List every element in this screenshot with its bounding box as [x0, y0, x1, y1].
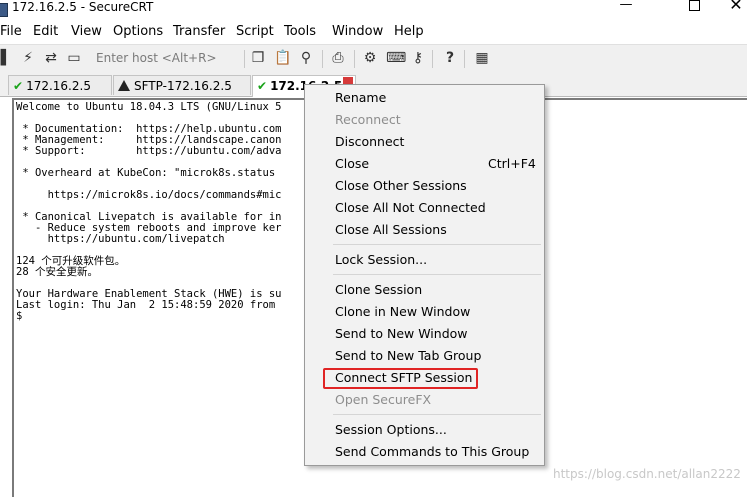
title-bar: 172.16.2.5 - SecureCRT — ✕: [0, 0, 747, 20]
lightning-icon[interactable]: ⚡: [20, 50, 36, 66]
menu-item-send-commands-to-group[interactable]: Send Commands to This Group: [335, 444, 529, 460]
menu-item-send-to-new-window[interactable]: Send to New Window: [335, 326, 468, 342]
terminal-line: Last login: Thu Jan 2 15:48:59 2020 from: [16, 299, 276, 311]
toolbar-separator: [464, 50, 465, 68]
toolbar: ▌ ⚡ ⇄ ▭ Enter host <Alt+R> ❐ 📋 ⚲ ⎙ ⚙ ⌨ ⚷…: [0, 44, 747, 73]
terminal-line: https://microk8s.io/docs/commands#mic: [16, 189, 282, 201]
menu-item-clone-in-new-window[interactable]: Clone in New Window: [335, 304, 470, 320]
terminal-line: Welcome to Ubuntu 18.04.3 LTS (GNU/Linux…: [16, 101, 282, 113]
reconnect-icon[interactable]: ⇄: [43, 50, 59, 66]
menu-script[interactable]: Script: [236, 24, 274, 39]
menu-transfer[interactable]: Transfer: [173, 24, 225, 39]
menu-file[interactable]: File: [0, 24, 22, 39]
connected-check-icon: ✔: [257, 79, 268, 93]
menu-item-close-all-not-connected[interactable]: Close All Not Connected: [335, 200, 486, 216]
sftp-icon[interactable]: ▦: [474, 50, 490, 66]
enter-host-input[interactable]: Enter host <Alt+R>: [90, 49, 244, 67]
menu-item-lock-session[interactable]: Lock Session...: [335, 252, 427, 268]
copy-icon[interactable]: ❐: [250, 50, 266, 66]
terminal-line: 28 个安全更新。: [16, 266, 98, 278]
window-title: 172.16.2.5 - SecureCRT: [12, 0, 154, 14]
menu-item-clone-session[interactable]: Clone Session: [335, 282, 422, 298]
terminal-line: https://ubuntu.com/livepatch: [16, 233, 225, 245]
maximize-icon: [688, 0, 700, 11]
toolbar-separator: [244, 50, 245, 68]
highlight-annotation-box: [323, 368, 478, 389]
terminal-line: * Support: https://ubuntu.com/adva: [16, 145, 282, 157]
toolbar-separator: [322, 50, 323, 68]
menu-item-close-all-sessions[interactable]: Close All Sessions: [335, 222, 447, 238]
menu-window[interactable]: Window: [332, 24, 383, 39]
terminal-line: * Overheard at KubeCon: "microk8s.status: [16, 167, 276, 179]
menu-item-open-securefx: Open SecureFX: [335, 392, 432, 407]
tab-sftp-session[interactable]: SFTP-172.16.2.5 (1): [113, 75, 251, 113]
keymap-icon[interactable]: ⌨: [386, 50, 406, 66]
menu-item-send-to-new-tab-group[interactable]: Send to New Tab Group: [335, 348, 481, 364]
find-icon[interactable]: ⚲: [298, 50, 314, 66]
close-shortcut: Ctrl+F4: [488, 156, 536, 171]
maximize-button[interactable]: [674, 0, 714, 14]
menu-help[interactable]: Help: [394, 24, 424, 39]
connect-bar-icon[interactable]: ▭: [66, 50, 82, 66]
connect-icon[interactable]: ▌: [0, 50, 14, 66]
menu-item-close[interactable]: Close: [335, 156, 369, 172]
toolbar-separator: [432, 50, 433, 68]
menu-item-reconnect: Reconnect: [335, 112, 401, 127]
close-window-button[interactable]: ✕: [716, 0, 747, 14]
menu-item-session-options[interactable]: Session Options...: [335, 422, 447, 438]
terminal-prompt: $: [16, 310, 23, 322]
menu-options[interactable]: Options: [113, 24, 163, 39]
watermark: https://blog.csdn.net/allan2222: [553, 467, 741, 481]
minimize-button[interactable]: —: [606, 0, 646, 14]
help-icon[interactable]: ?: [442, 50, 458, 66]
tab-session-1[interactable]: ✔172.16.2.5 (1): [8, 75, 112, 113]
securecrt-app-icon: [0, 3, 8, 17]
menu-tools[interactable]: Tools: [284, 24, 316, 39]
menu-edit[interactable]: Edit: [33, 24, 58, 39]
menu-item-disconnect[interactable]: Disconnect: [335, 134, 404, 150]
connected-check-icon: ✔: [13, 79, 24, 93]
toolbar-separator: [354, 50, 355, 68]
tab-context-menu: Rename Reconnect Disconnect Close Ctrl+F…: [304, 84, 545, 466]
menu-bar: File Edit View Options Transfer Script T…: [0, 20, 747, 42]
menu-separator: [333, 274, 541, 275]
menu-item-close-other-sessions[interactable]: Close Other Sessions: [335, 178, 467, 194]
paste-icon[interactable]: 📋: [274, 50, 291, 66]
menu-separator: [333, 414, 541, 415]
menu-separator: [333, 244, 541, 245]
menu-view[interactable]: View: [71, 24, 102, 39]
key-icon[interactable]: ⚷: [410, 50, 426, 66]
menu-item-rename[interactable]: Rename: [335, 90, 386, 106]
warning-icon: [118, 80, 130, 91]
settings-icon[interactable]: ⚙: [362, 50, 378, 66]
print-icon[interactable]: ⎙: [330, 50, 346, 66]
